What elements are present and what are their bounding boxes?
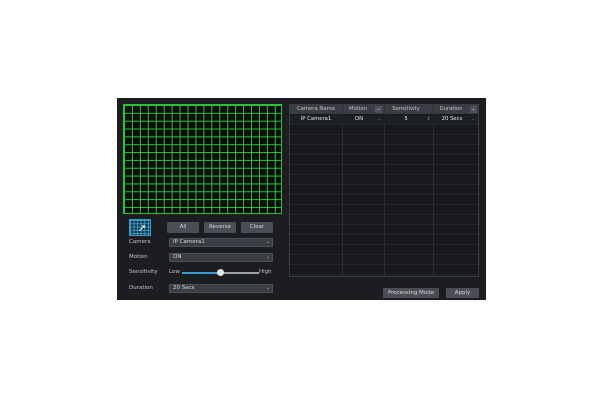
duration-select-value: 20 Secs [173,285,195,291]
chevron-down-icon[interactable]: ⌄ [470,106,477,113]
clear-button[interactable]: Clear [241,222,273,233]
table-row [290,235,478,245]
sensitivity-slider-fill [182,272,221,274]
table-row [290,225,478,235]
sensitivity-high-label: High [259,269,272,275]
column-header-duration: Duration [439,106,463,112]
motion-select[interactable]: ON ⌄ [169,253,273,262]
chevron-down-icon: ⌄ [265,285,270,291]
sensitivity-slider-thumb[interactable] [217,269,224,276]
all-button[interactable]: All [167,222,199,233]
column-header-sensitivity: Sensitivity [392,106,420,112]
table-row [290,255,478,265]
table-row [290,185,478,195]
sensitivity-low-label: Low [169,269,180,275]
table-row [290,205,478,215]
motion-label: Motion [129,254,148,260]
table-row [290,265,478,275]
table-row[interactable]: IP Camera1 ON ⌄ 5 ⇕ 20 Secs ⌄ [290,115,478,125]
column-header-camera-name: Camera Name [296,106,336,112]
chevron-down-icon: ⌄ [265,239,270,245]
table-row [290,145,478,155]
table-row [290,155,478,165]
motion-table: Camera Name Motion ⌄ Sensitivity Duratio… [289,104,479,277]
chevron-down-icon[interactable]: ⌄ [470,115,477,124]
draw-area-icon[interactable]: ➚ [129,219,151,236]
table-row [290,135,478,145]
motion-settings-panel: ➚ All Reverse Clear Camera IP Camera1 ⌄ … [117,98,486,300]
sensitivity-slider[interactable] [182,269,259,276]
chevron-down-icon: ⌄ [265,254,270,260]
motion-detection-grid[interactable] [123,104,282,214]
column-header-motion: Motion [349,106,367,112]
duration-select[interactable]: 20 Secs ⌄ [169,284,273,293]
duration-label: Duration [129,285,153,291]
chevron-down-icon[interactable]: ⌄ [376,115,383,124]
table-row [290,125,478,135]
cell-duration[interactable]: 20 Secs [433,115,471,124]
table-row [290,165,478,175]
cell-motion[interactable]: ON [342,115,376,124]
reverse-button[interactable]: Reverse [204,222,236,233]
camera-label: Camera [129,239,151,245]
cell-sensitivity[interactable]: 5 [384,115,428,124]
motion-select-value: ON [173,254,182,260]
camera-select[interactable]: IP Camera1 ⌄ [169,238,273,247]
cell-camera-name: IP Camera1 [300,116,332,122]
apply-button[interactable]: Apply [446,288,479,298]
stepper-icon[interactable]: ⇕ [425,115,432,124]
processing-mode-button[interactable]: Processing Mode [383,288,439,298]
table-row [290,195,478,205]
sensitivity-label: Sensitivity [129,269,158,275]
table-row [290,215,478,225]
table-row [290,175,478,185]
camera-select-value: IP Camera1 [173,239,205,245]
cursor-icon: ➚ [138,223,147,234]
chevron-down-icon[interactable]: ⌄ [375,106,382,113]
table-row [290,245,478,255]
